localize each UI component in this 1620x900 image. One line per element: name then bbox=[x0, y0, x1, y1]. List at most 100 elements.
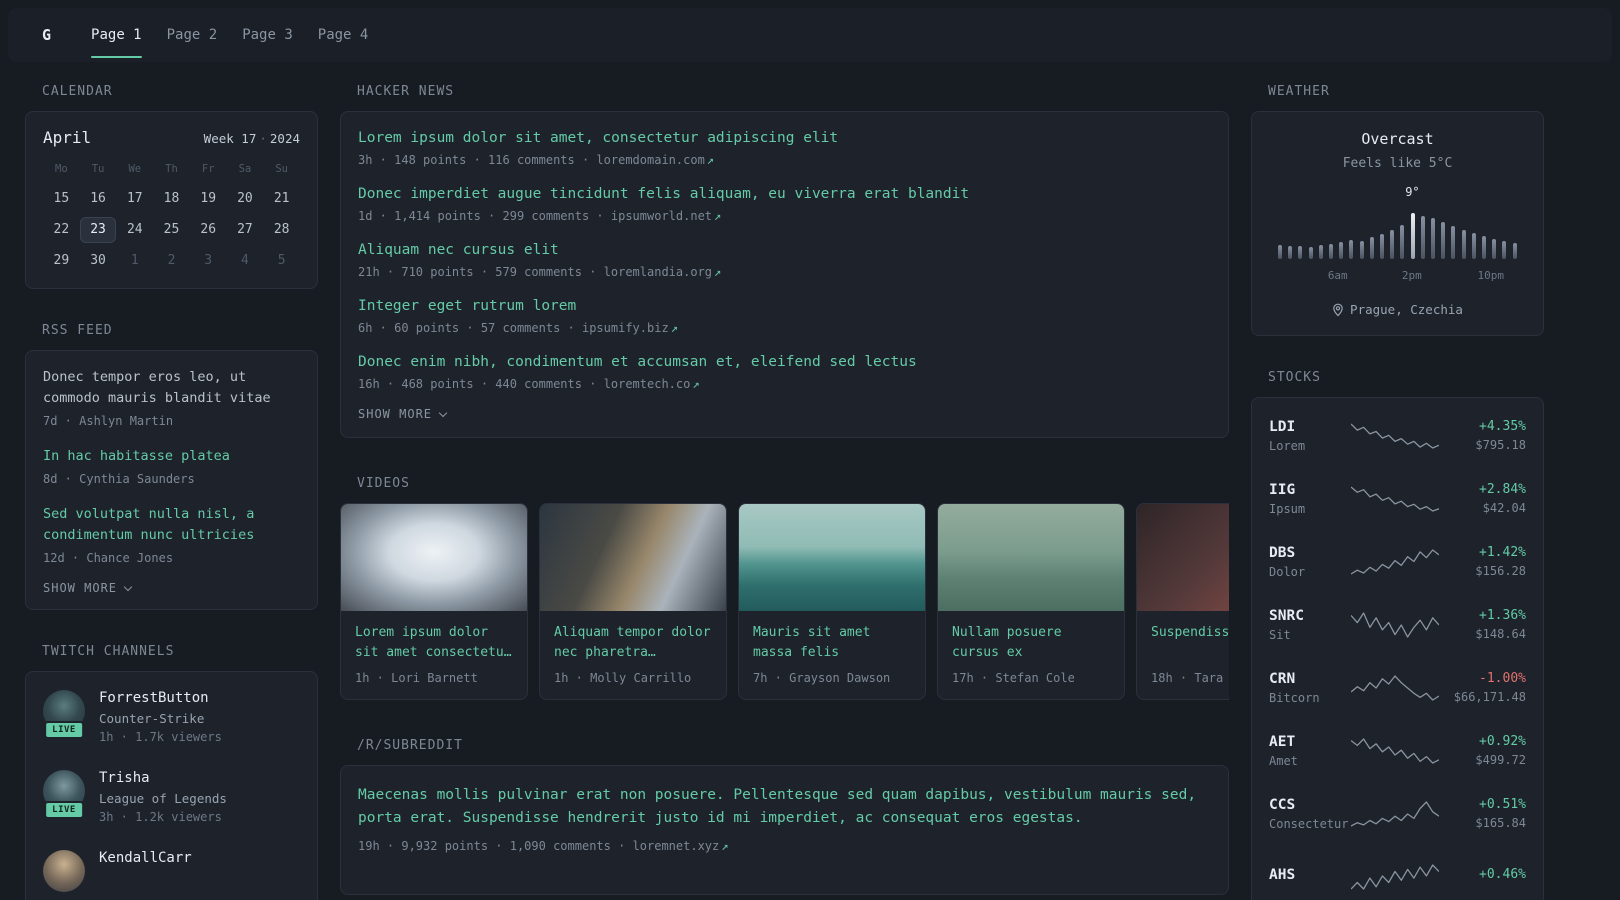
calendar-day: 15 bbox=[53, 191, 70, 206]
tab-page-4[interactable]: Page 4 bbox=[318, 8, 369, 62]
video-card-body: Nullam posuere cursus ex 17h · Stefan Co… bbox=[938, 611, 1124, 699]
reddit-post-source-link[interactable]: loremnet.xyz ↗ bbox=[633, 839, 729, 853]
stock-sparkline bbox=[1349, 547, 1440, 577]
videos-row: Lorem ipsum dolor sit amet consectetu… 1… bbox=[340, 503, 1229, 700]
location-pin-icon bbox=[1333, 303, 1343, 316]
weather-widget: WEATHER Overcast Feels like 5°C 9° 6am 2… bbox=[1251, 84, 1544, 336]
video-meta: 17h · Stefan Cole bbox=[952, 671, 1075, 685]
calendar-day: 30 bbox=[90, 253, 106, 268]
calendar-day: 19 bbox=[200, 191, 217, 206]
stock-info: CRN Bitcorn bbox=[1269, 671, 1349, 705]
reddit-post-domain: loremnet.xyz bbox=[632, 839, 720, 853]
hn-item-stats: 1d · 1,414 points · 299 comments · bbox=[358, 209, 604, 223]
hn-item-title[interactable]: Integer eget rutrum lorem bbox=[358, 298, 1211, 314]
stock-row[interactable]: CRN Bitcorn -1.00% $66,171.48 bbox=[1269, 656, 1526, 719]
stock-price: $148.64 bbox=[1475, 627, 1526, 641]
rss-item: In hac habitasse platea 8d · Cynthia Sau… bbox=[43, 446, 300, 486]
rss-show-more-button[interactable]: SHOW MORE bbox=[43, 581, 300, 595]
calendar-day-next-month: 4 bbox=[241, 253, 249, 268]
temp-bar bbox=[1278, 245, 1282, 259]
rss-item-meta: 7d · Ashlyn Martin bbox=[43, 414, 174, 428]
hn-show-more-button[interactable]: SHOW MORE bbox=[358, 407, 1211, 421]
hacker-news-widget: HACKER NEWS Lorem ipsum dolor sit amet, … bbox=[340, 84, 1229, 438]
stock-price: $42.04 bbox=[1482, 501, 1526, 515]
hn-item-source-link[interactable]: loremdomain.com ↗ bbox=[596, 153, 714, 167]
stock-ticker: CCS bbox=[1269, 796, 1296, 813]
video-card[interactable]: Mauris sit amet massa felis 7h · Grayson… bbox=[738, 503, 926, 700]
calendar-day: 27 bbox=[237, 222, 253, 237]
video-card[interactable]: Nullam posuere cursus ex 17h · Stefan Co… bbox=[937, 503, 1125, 700]
calendar-day: 22 bbox=[53, 222, 70, 237]
hn-item-title[interactable]: Donec enim nibh, condimentum et accumsan… bbox=[358, 354, 1211, 370]
page-tabs: Page 1 Page 2 Page 3 Page 4 bbox=[91, 8, 393, 62]
external-link-icon: ↗ bbox=[721, 839, 729, 853]
hn-item: Lorem ipsum dolor sit amet, consectetur … bbox=[358, 130, 1211, 167]
hn-item-source-link[interactable]: loremtech.co ↗ bbox=[604, 377, 700, 391]
app-logo[interactable]: G bbox=[42, 26, 51, 44]
temp-bar bbox=[1512, 243, 1517, 259]
hn-item-domain: loremtech.co bbox=[603, 377, 691, 391]
calendar-section-title: CALENDAR bbox=[42, 84, 113, 99]
weather-feels-like: Feels like 5°C bbox=[1342, 156, 1453, 171]
hn-item-source-link[interactable]: loremlandia.org ↗ bbox=[604, 265, 722, 279]
hn-item-title[interactable]: Aliquam nec cursus elit bbox=[358, 242, 1211, 258]
temp-bar bbox=[1390, 230, 1395, 259]
calendar-month: April bbox=[43, 128, 92, 147]
temp-bar bbox=[1359, 241, 1364, 259]
hn-item-meta: 16h · 468 points · 440 comments · loremt… bbox=[358, 377, 1211, 391]
twitch-channel[interactable]: LIVE ForrestButton Counter-Strike 1h · 1… bbox=[43, 690, 300, 744]
twitch-channel[interactable]: LIVE Trisha League of Legends 3h · 1.2k … bbox=[43, 770, 300, 824]
rss-item-title[interactable]: In hac habitasse platea bbox=[43, 446, 300, 467]
hn-item-meta: 6h · 60 points · 57 comments · ipsumify.… bbox=[358, 321, 1211, 335]
hn-item-source-link[interactable]: ipsumworld.net ↗ bbox=[611, 209, 721, 223]
video-card[interactable]: Lorem ipsum dolor sit amet consectetu… 1… bbox=[340, 503, 528, 700]
middle-column: HACKER NEWS Lorem ipsum dolor sit amet, … bbox=[340, 84, 1229, 900]
tab-page-2[interactable]: Page 2 bbox=[167, 8, 218, 62]
video-card-body: Mauris sit amet massa felis 7h · Grayson… bbox=[739, 611, 925, 699]
channel-info: ForrestButton Counter-Strike 1h · 1.7k v… bbox=[99, 690, 222, 744]
stock-row[interactable]: AHS +0.46% bbox=[1269, 845, 1526, 900]
channel-game: League of Legends bbox=[99, 791, 227, 806]
stock-name: Lorem bbox=[1269, 438, 1306, 453]
stock-row[interactable]: LDI Lorem +4.35% $795.18 bbox=[1269, 404, 1526, 467]
tab-page-3[interactable]: Page 3 bbox=[242, 8, 293, 62]
stock-ticker: DBS bbox=[1269, 544, 1296, 561]
stock-row[interactable]: DBS Dolor +1.42% $156.28 bbox=[1269, 530, 1526, 593]
stock-info: IIG Ipsum bbox=[1269, 482, 1349, 516]
temp-bar bbox=[1349, 240, 1354, 259]
external-link-icon: ↗ bbox=[692, 377, 700, 391]
hacker-news-section-title: HACKER NEWS bbox=[357, 84, 455, 99]
stocks-card: LDI Lorem +4.35% $795.18 IIG Ipsum +2.84… bbox=[1251, 397, 1544, 900]
stock-name: Consectetur bbox=[1269, 816, 1349, 831]
reddit-post-title[interactable]: Maecenas mollis pulvinar erat non posuer… bbox=[358, 784, 1211, 830]
rss-item-title[interactable]: Sed volutpat nulla nisl, a condimentum n… bbox=[43, 504, 300, 546]
stock-row[interactable]: AET Amet +0.92% $499.72 bbox=[1269, 719, 1526, 782]
stock-sparkline bbox=[1349, 610, 1440, 640]
temp-bar bbox=[1380, 234, 1385, 259]
reddit-post-meta: 19h · 9,932 points · 1,090 comments · lo… bbox=[358, 839, 1211, 853]
stock-row[interactable]: IIG Ipsum +2.84% $42.04 bbox=[1269, 467, 1526, 530]
hn-item-source-link[interactable]: ipsumify.biz ↗ bbox=[582, 321, 678, 335]
calendar-day: 26 bbox=[200, 222, 217, 237]
calendar-day: 18 bbox=[163, 191, 180, 206]
tab-page-1[interactable]: Page 1 bbox=[91, 8, 142, 62]
stock-row[interactable]: CCS Consectetur +0.51% $165.84 bbox=[1269, 782, 1526, 845]
channel-avatar-wrap: LIVE bbox=[43, 690, 85, 739]
stock-info: DBS Dolor bbox=[1269, 545, 1349, 579]
temp-bar bbox=[1410, 213, 1415, 259]
stock-change: +2.84% bbox=[1479, 482, 1526, 497]
rss-item-title[interactable]: Donec tempor eros leo, ut commodo mauris… bbox=[43, 367, 300, 409]
chevron-down-icon bbox=[438, 408, 448, 417]
temperature-chart: 9° 6am 2pm 10pm bbox=[1278, 185, 1517, 284]
hn-item-meta: 3h · 148 points · 116 comments · loremdo… bbox=[358, 153, 1211, 167]
stock-row[interactable]: SNRC Sit +1.36% $148.64 bbox=[1269, 593, 1526, 656]
rss-section-title: RSS FEED bbox=[42, 323, 113, 338]
video-card[interactable]: Suspendisse diam 18h · Tara bbox=[1136, 503, 1229, 700]
hn-item-title[interactable]: Donec imperdiet augue tincidunt felis al… bbox=[358, 186, 1211, 202]
weekday-label: Th bbox=[165, 163, 178, 175]
external-link-icon: ↗ bbox=[714, 265, 722, 279]
twitch-channel[interactable]: KendallCarr bbox=[43, 850, 300, 892]
hn-item-title[interactable]: Lorem ipsum dolor sit amet, consectetur … bbox=[358, 130, 1211, 146]
temp-bar bbox=[1369, 237, 1374, 259]
video-card[interactable]: Aliquam tempor dolor nec pharetra… 1h · … bbox=[539, 503, 727, 700]
